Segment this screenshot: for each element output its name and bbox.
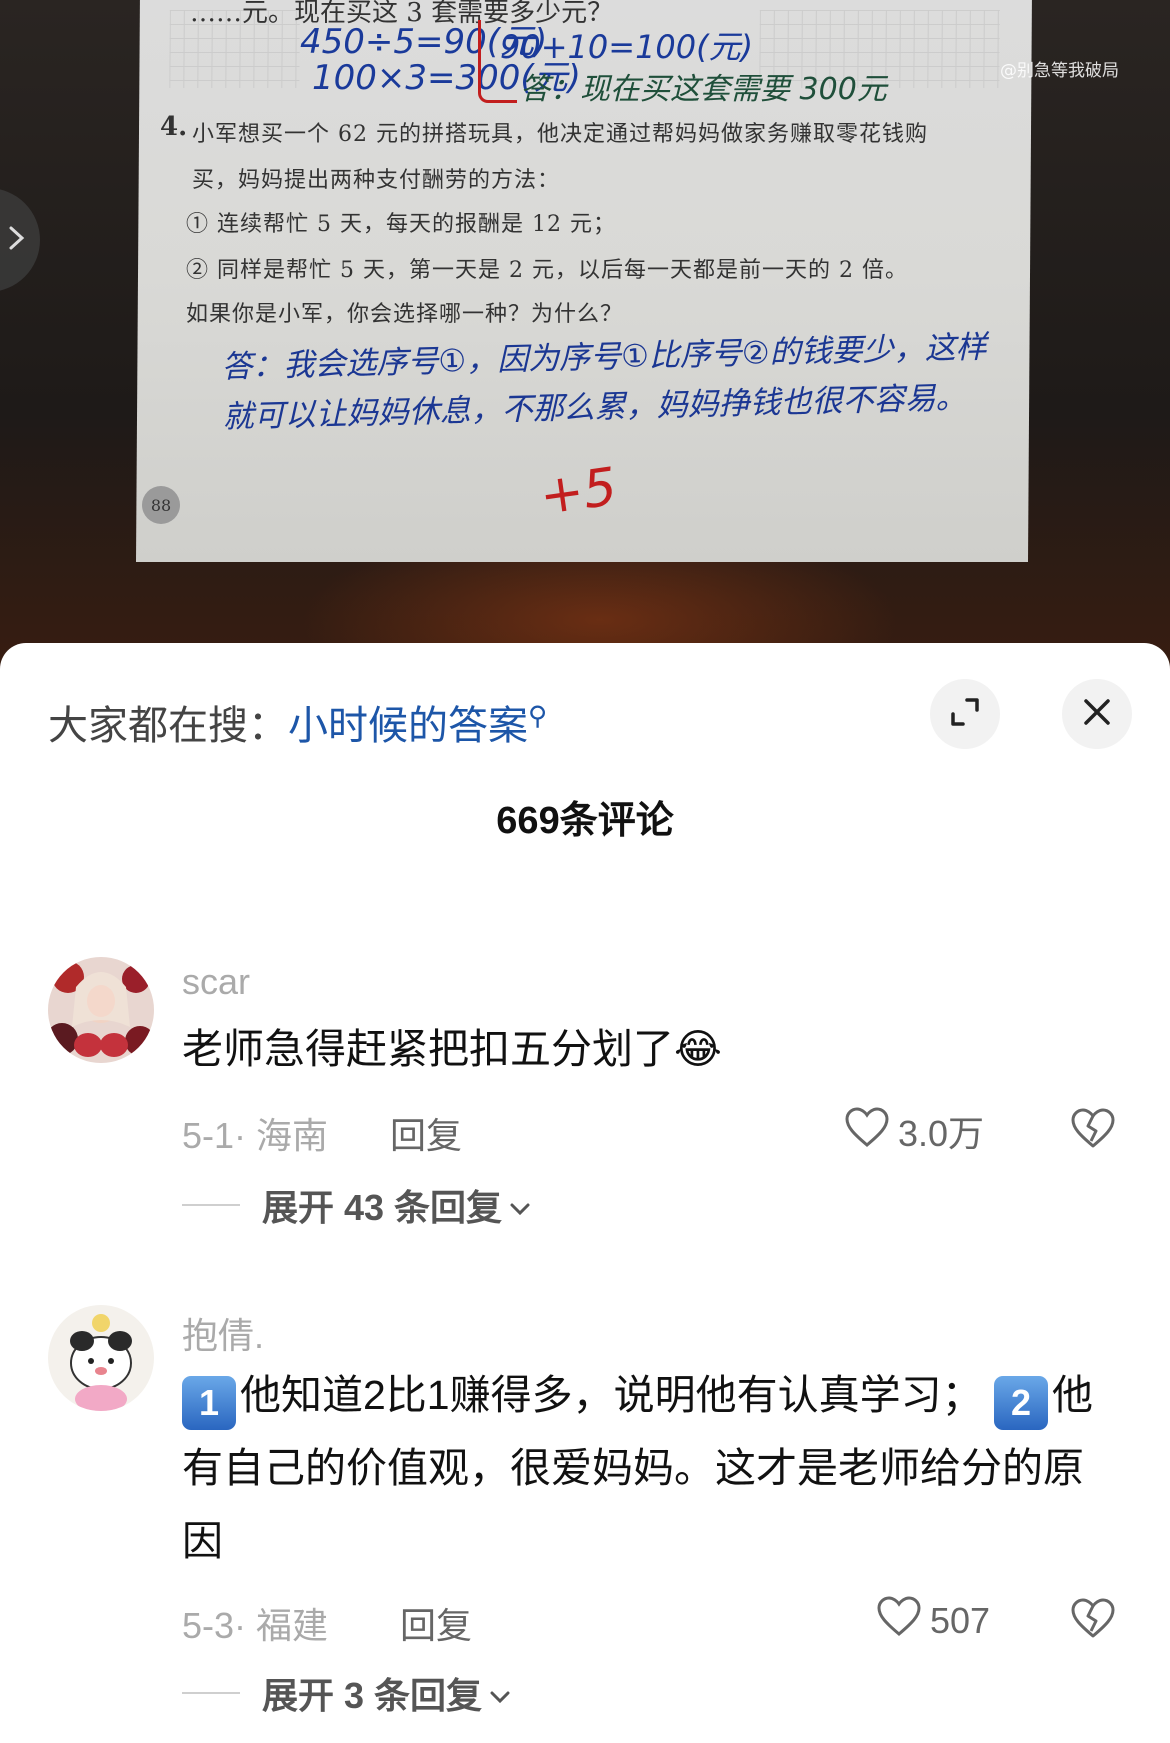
like-count: 507 bbox=[930, 1599, 991, 1641]
question-line-5: 如果你是小军，你会选择哪一种？为什么？ bbox=[186, 302, 624, 327]
expand-icon bbox=[948, 695, 982, 733]
comment-username[interactable]: 抱倩. bbox=[182, 1307, 264, 1359]
chevron-down-icon bbox=[488, 1672, 512, 1714]
trending-search-term[interactable]: 小时候的答案 bbox=[288, 704, 528, 748]
laughing-emoji-icon: 😂 bbox=[674, 1026, 722, 1072]
number-badge-icon: 1 bbox=[182, 1376, 236, 1430]
expand-replies-label: 展开 43 条回复 bbox=[262, 1187, 503, 1228]
dislike-button[interactable] bbox=[1070, 1597, 1116, 1643]
avatar[interactable] bbox=[48, 1305, 154, 1411]
comment-text-part-1: 他知道2比1赚得多，说明他有认真学习； bbox=[240, 1372, 983, 1418]
watermark: @别急等我破局 bbox=[1000, 61, 1119, 81]
reply-button[interactable]: 回复 bbox=[390, 1107, 462, 1159]
comment-text: 1 他知道2比1赚得多，说明他有认真学习； 2 他有自己的价值观，很爱妈妈。这才是老… bbox=[182, 1359, 1112, 1578]
expand-replies-button[interactable]: 展开 43 条回复 bbox=[182, 1179, 532, 1231]
broken-heart-icon bbox=[1070, 1598, 1116, 1643]
heart-icon bbox=[876, 1595, 922, 1646]
question-option-2: ② 同样是帮忙 5 天，第一天是 2 元，以后每一天都是前一天的 2 倍。 bbox=[186, 258, 908, 283]
divider bbox=[182, 1204, 240, 1206]
side-panel-toggle[interactable] bbox=[0, 188, 40, 292]
question-option-1: ① 连续帮忙 5 天，每天的报酬是 12 元； bbox=[186, 212, 616, 237]
close-button[interactable] bbox=[1062, 679, 1132, 749]
close-icon bbox=[1081, 696, 1113, 732]
work-line-3: 90+10=100(元) bbox=[500, 28, 754, 66]
score-mark: +5 bbox=[536, 456, 621, 528]
question-line-2: 买，妈妈提出两种支付酬劳的方法： bbox=[192, 168, 561, 193]
number-badge-icon: 2 bbox=[994, 1376, 1049, 1430]
comment-sheet: 大家都在搜：小时候的答案⚲ 669条评论 scar 老师急得赶紧把扣五分划了😂 … bbox=[0, 643, 1170, 1743]
handwritten-answer: 答：我会选序号①，因为序号①比序号②的钱要少，这样就可以让妈妈休息，不那么累，妈… bbox=[221, 329, 988, 436]
chevron-right-icon bbox=[8, 225, 26, 255]
chevron-down-icon bbox=[508, 1184, 532, 1226]
comment-username[interactable]: scar bbox=[182, 961, 250, 1003]
heart-icon bbox=[844, 1106, 890, 1157]
dislike-button[interactable] bbox=[1070, 1107, 1116, 1153]
like-count: 3.0万 bbox=[898, 1113, 985, 1154]
page-number: 88 bbox=[142, 486, 180, 524]
comment-count: 669条评论 bbox=[496, 800, 674, 842]
like-button[interactable]: 507 bbox=[876, 1595, 990, 1646]
reply-button[interactable]: 回复 bbox=[400, 1597, 472, 1649]
comment-text: 老师急得赶紧把扣五分划了😂 bbox=[182, 1013, 1112, 1086]
comment-text-body: 老师急得赶紧把扣五分划了 bbox=[182, 1026, 674, 1072]
expand-button[interactable] bbox=[930, 679, 1000, 749]
avatar[interactable] bbox=[48, 957, 154, 1063]
work-answer: 答：现在买这套需要 300元 bbox=[520, 72, 887, 107]
expand-replies-label: 展开 3 条回复 bbox=[262, 1675, 483, 1716]
search-icon: ⚲ bbox=[528, 700, 548, 731]
expand-replies-button[interactable]: 展开 3 条回复 bbox=[182, 1667, 512, 1719]
question-number: 4. bbox=[160, 112, 188, 142]
broken-heart-icon bbox=[1070, 1108, 1116, 1153]
post-photo: ……元。现在买这 3 套需要多少元？ 450÷5=90(元) 100×3=300… bbox=[0, 0, 1170, 690]
like-button[interactable]: 3.0万 bbox=[844, 1105, 984, 1157]
divider bbox=[182, 1692, 240, 1694]
comment-date-location: 5-1· 海南 bbox=[182, 1115, 329, 1156]
trending-search-prefix: 大家都在搜： bbox=[48, 704, 288, 748]
question-line-1: 小军想买一个 62 元的拼搭玩具，他决定通过帮妈妈做家务赚取零花钱购 bbox=[192, 122, 928, 147]
comment-date-location: 5-3· 福建 bbox=[182, 1605, 329, 1646]
trending-search[interactable]: 大家都在搜：小时候的答案⚲ bbox=[48, 693, 547, 751]
